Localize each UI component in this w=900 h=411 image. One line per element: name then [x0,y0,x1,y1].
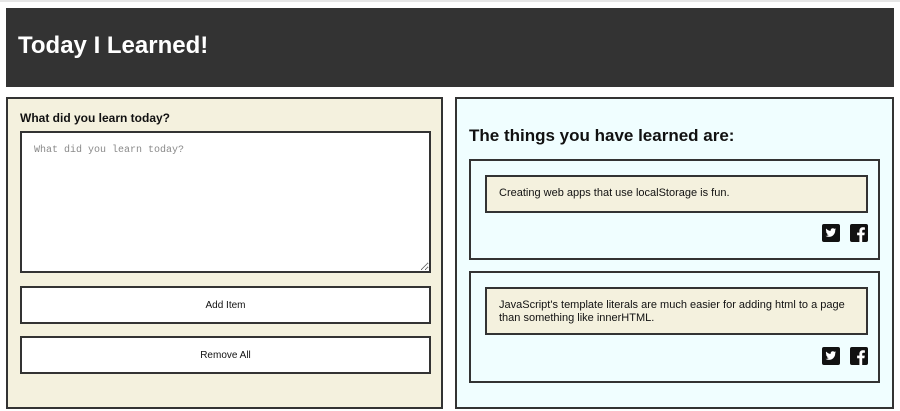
facebook-icon[interactable] [850,224,868,242]
learned-item-text: JavaScript's template literals are much … [485,287,868,335]
add-item-panel: What did you learn today? Add Item Remov… [6,97,443,409]
twitter-icon[interactable] [822,224,840,242]
share-icons [822,347,868,365]
browser-top-border [0,0,900,2]
learn-input[interactable] [20,131,431,273]
learned-item: JavaScript's template literals are much … [469,271,880,383]
twitter-icon[interactable] [822,347,840,365]
app-header: Today I Learned! [6,8,894,87]
add-item-button[interactable]: Add Item [20,286,431,324]
learned-item: Creating web apps that use localStorage … [469,159,880,260]
share-icons [822,224,868,242]
page-title: Today I Learned! [18,32,209,59]
learned-list-panel: The things you have learned are: Creatin… [455,97,894,409]
learned-item-text: Creating web apps that use localStorage … [485,175,868,213]
remove-all-button[interactable]: Remove All [20,336,431,374]
learn-input-label: What did you learn today? [20,111,171,125]
learned-heading: The things you have learned are: [469,126,735,145]
facebook-icon[interactable] [850,347,868,365]
